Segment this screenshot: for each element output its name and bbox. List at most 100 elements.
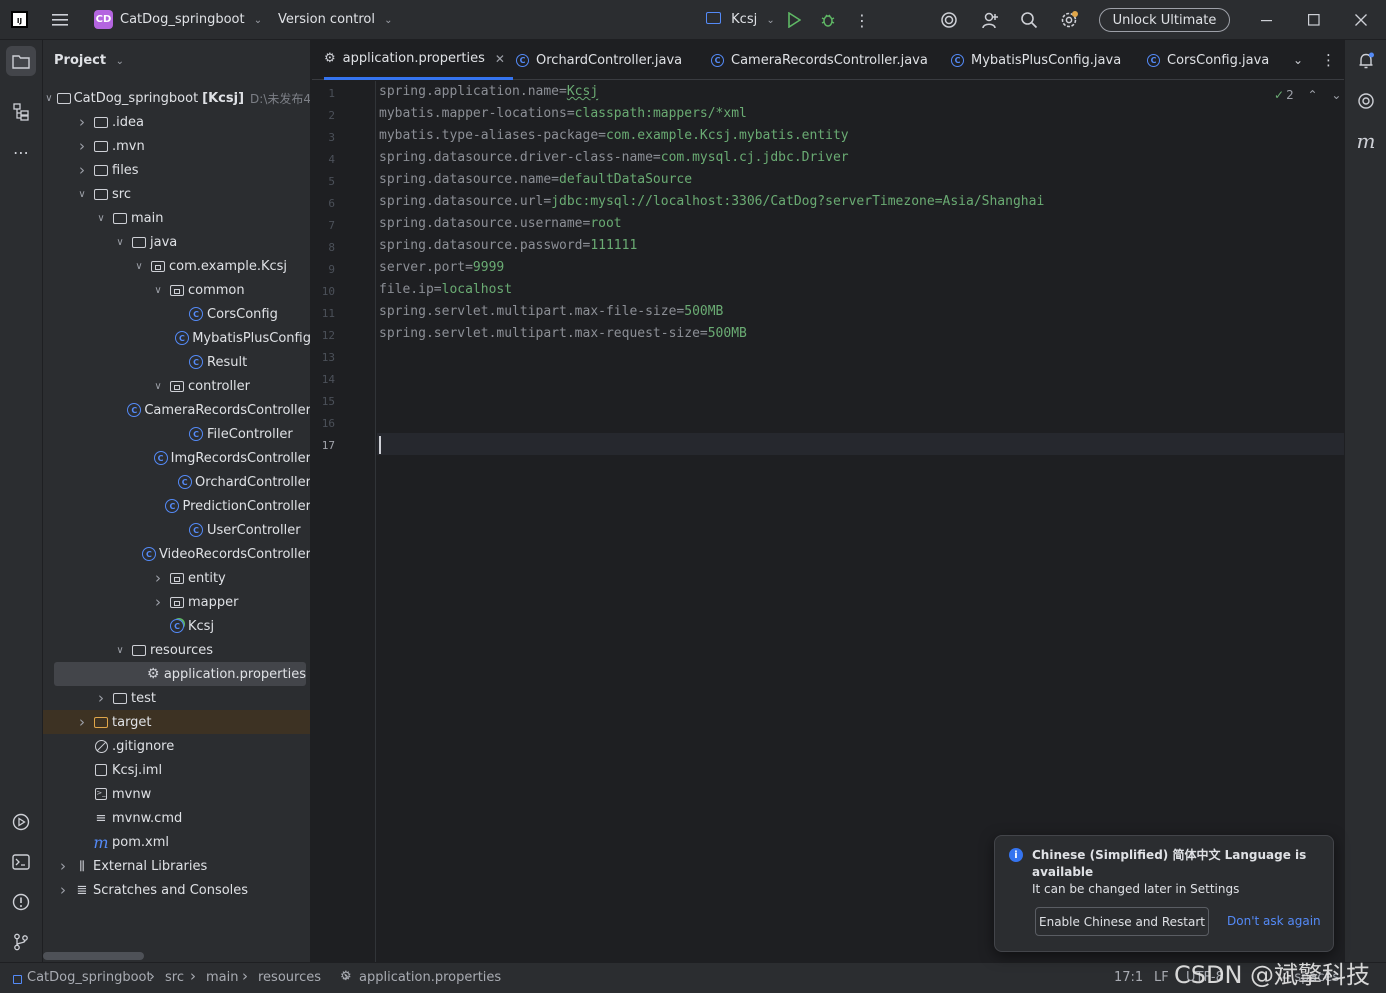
tab-list-chevron-icon[interactable]: ⌄ bbox=[1293, 40, 1303, 80]
hamburger-icon[interactable] bbox=[48, 8, 72, 32]
enable-chinese-button[interactable]: Enable Chinese and Restart bbox=[1035, 907, 1209, 936]
prev-highlight-icon[interactable]: ⌃ bbox=[1308, 88, 1318, 102]
tree-item[interactable]: › ≣ Scratches and Consoles bbox=[43, 878, 310, 902]
chevron-right-icon[interactable]: › bbox=[151, 593, 165, 611]
settings-gear-icon[interactable] bbox=[1057, 8, 1081, 32]
breadcrumb-item[interactable]: resources bbox=[258, 970, 321, 985]
tree-item[interactable]: ∨ resources bbox=[43, 638, 310, 662]
chevron-down-icon[interactable]: ∨ bbox=[94, 213, 108, 224]
chevron-right-icon[interactable]: › bbox=[75, 137, 89, 155]
tree-item[interactable]: C MybatisPlusConfig bbox=[43, 326, 310, 350]
project-badge[interactable]: CD bbox=[94, 10, 113, 29]
maven-icon[interactable]: m bbox=[1351, 126, 1381, 156]
tree-item[interactable]: ∨ controller bbox=[43, 374, 310, 398]
tree-item[interactable]: C CorsConfig bbox=[43, 302, 310, 326]
unlock-ultimate-button[interactable]: Unlock Ultimate bbox=[1099, 8, 1230, 32]
chevron-down-icon[interactable]: ∨ bbox=[75, 189, 89, 200]
breadcrumb-item[interactable]: application.properties bbox=[359, 970, 501, 985]
chevron-right-icon[interactable]: › bbox=[75, 113, 89, 131]
tree-item[interactable]: C ImgRecordsController bbox=[43, 446, 310, 470]
inspection-widget[interactable]: ✓ 2 ⌃ ⌄ bbox=[1274, 88, 1341, 102]
terminal-icon[interactable] bbox=[6, 847, 36, 877]
tree-item[interactable]: › mapper bbox=[43, 590, 310, 614]
project-tool-icon[interactable] bbox=[6, 46, 36, 76]
tree-item[interactable]: C UserController bbox=[43, 518, 310, 542]
ai-chat-icon[interactable] bbox=[1351, 86, 1381, 116]
tree-item[interactable]: .gitignore bbox=[43, 734, 310, 758]
minimize-icon[interactable] bbox=[1255, 8, 1279, 32]
run-icon[interactable] bbox=[782, 8, 806, 32]
project-name-dropdown[interactable]: CatDog_springboot ⌄ bbox=[120, 12, 262, 27]
tree-item[interactable]: ≡ mvnw.cmd bbox=[43, 806, 310, 830]
notifications-bell-icon[interactable] bbox=[1351, 46, 1381, 76]
problems-icon[interactable] bbox=[6, 887, 36, 917]
tree-item[interactable]: › test bbox=[43, 686, 310, 710]
structure-tool-icon[interactable] bbox=[6, 97, 36, 127]
chevron-right-icon[interactable]: › bbox=[56, 857, 70, 875]
caret-position[interactable]: 17:1 bbox=[1114, 970, 1143, 985]
tree-item[interactable]: C VideoRecordsController bbox=[43, 542, 310, 566]
tree-item[interactable]: › .idea bbox=[43, 110, 310, 134]
tree-item[interactable]: m pom.xml bbox=[43, 830, 310, 854]
chevron-down-icon[interactable]: ∨ bbox=[45, 93, 52, 104]
line-separator[interactable]: LF bbox=[1154, 970, 1169, 985]
services-icon[interactable] bbox=[6, 807, 36, 837]
tree-item[interactable]: ∨ src bbox=[43, 182, 310, 206]
tree-item[interactable]: C PredictionController bbox=[43, 494, 310, 518]
tab-camera-records-controller[interactable]: C CameraRecordsController.java bbox=[711, 40, 928, 80]
close-tab-icon[interactable]: ✕ bbox=[495, 52, 505, 66]
tree-item[interactable]: ∨ java bbox=[43, 230, 310, 254]
tree-item[interactable]: C OrchardController bbox=[43, 470, 310, 494]
chevron-down-icon[interactable]: ∨ bbox=[113, 645, 127, 656]
debug-icon[interactable] bbox=[816, 8, 840, 32]
tree-item[interactable]: C CameraRecordsController bbox=[43, 398, 310, 422]
chevron-down-icon[interactable]: ∨ bbox=[132, 261, 146, 272]
maximize-icon[interactable] bbox=[1302, 8, 1326, 32]
dont-ask-again-link[interactable]: Don't ask again bbox=[1227, 914, 1321, 928]
tree-item[interactable]: ∨ common bbox=[43, 278, 310, 302]
chevron-right-icon[interactable]: › bbox=[56, 881, 70, 899]
tree-item[interactable]: ∨ com.example.Kcsj bbox=[43, 254, 310, 278]
breadcrumb-item[interactable]: main bbox=[206, 970, 238, 985]
tree-item[interactable]: >_ mvnw bbox=[43, 782, 310, 806]
tree-item[interactable]: C FileController bbox=[43, 422, 310, 446]
tree-item[interactable]: › target bbox=[43, 710, 310, 734]
tree-item[interactable]: ⚙ application.properties bbox=[54, 662, 306, 686]
chevron-right-icon[interactable]: › bbox=[94, 689, 108, 707]
tree-item[interactable]: › files bbox=[43, 158, 310, 182]
search-icon[interactable] bbox=[1017, 8, 1041, 32]
tab-cors-config[interactable]: C CorsConfig.java bbox=[1147, 40, 1269, 80]
tab-more-icon[interactable]: ⋮ bbox=[1321, 40, 1336, 80]
more-tools-icon[interactable]: ⋯ bbox=[6, 137, 36, 167]
tree-item[interactable]: C Result bbox=[43, 350, 310, 374]
close-window-icon[interactable] bbox=[1349, 8, 1373, 32]
app-logo-icon[interactable]: IJ bbox=[11, 11, 28, 28]
chevron-right-icon[interactable]: › bbox=[151, 569, 165, 587]
add-user-icon[interactable] bbox=[978, 8, 1002, 32]
chevron-right-icon[interactable]: › bbox=[75, 161, 89, 179]
tree-item[interactable]: C Kcsj bbox=[43, 614, 310, 638]
breadcrumb-item[interactable]: CatDog_springboot bbox=[27, 970, 152, 985]
horizontal-scrollbar[interactable] bbox=[43, 952, 144, 960]
more-actions-icon[interactable]: ⋮ bbox=[850, 8, 874, 32]
ai-assistant-icon[interactable] bbox=[937, 8, 961, 32]
tree-item[interactable]: › entity bbox=[43, 566, 310, 590]
tab-orchard-controller[interactable]: C OrchardController.java bbox=[516, 40, 682, 80]
tree-item[interactable]: Kcsj.iml bbox=[43, 758, 310, 782]
tree-item[interactable]: › .mvn bbox=[43, 134, 310, 158]
tree-item[interactable]: ∨ main bbox=[43, 206, 310, 230]
chevron-down-icon[interactable]: ∨ bbox=[151, 285, 165, 296]
chevron-right-icon[interactable]: › bbox=[75, 713, 89, 731]
project-panel-title[interactable]: Project ⌄ bbox=[54, 53, 124, 68]
chevron-down-icon[interactable]: ∨ bbox=[151, 381, 165, 392]
tab-application-properties[interactable]: ⚙ application.properties ✕ bbox=[324, 40, 513, 80]
next-highlight-icon[interactable]: ⌄ bbox=[1331, 88, 1341, 102]
version-control-dropdown[interactable]: Version control ⌄ bbox=[278, 12, 393, 27]
tab-mybatis-plus-config[interactable]: C MybatisPlusConfig.java bbox=[951, 40, 1121, 80]
git-branch-icon[interactable] bbox=[6, 927, 36, 957]
chevron-down-icon[interactable]: ∨ bbox=[113, 237, 127, 248]
breadcrumb-item[interactable]: src bbox=[165, 970, 184, 985]
tree-item[interactable]: › ⫼ External Libraries bbox=[43, 854, 310, 878]
tree-item[interactable]: ∨ CatDog_springboot [Kcsj] D:\未发布4 bbox=[43, 86, 310, 110]
run-config-dropdown[interactable]: Kcsj ⌄ bbox=[706, 12, 775, 27]
